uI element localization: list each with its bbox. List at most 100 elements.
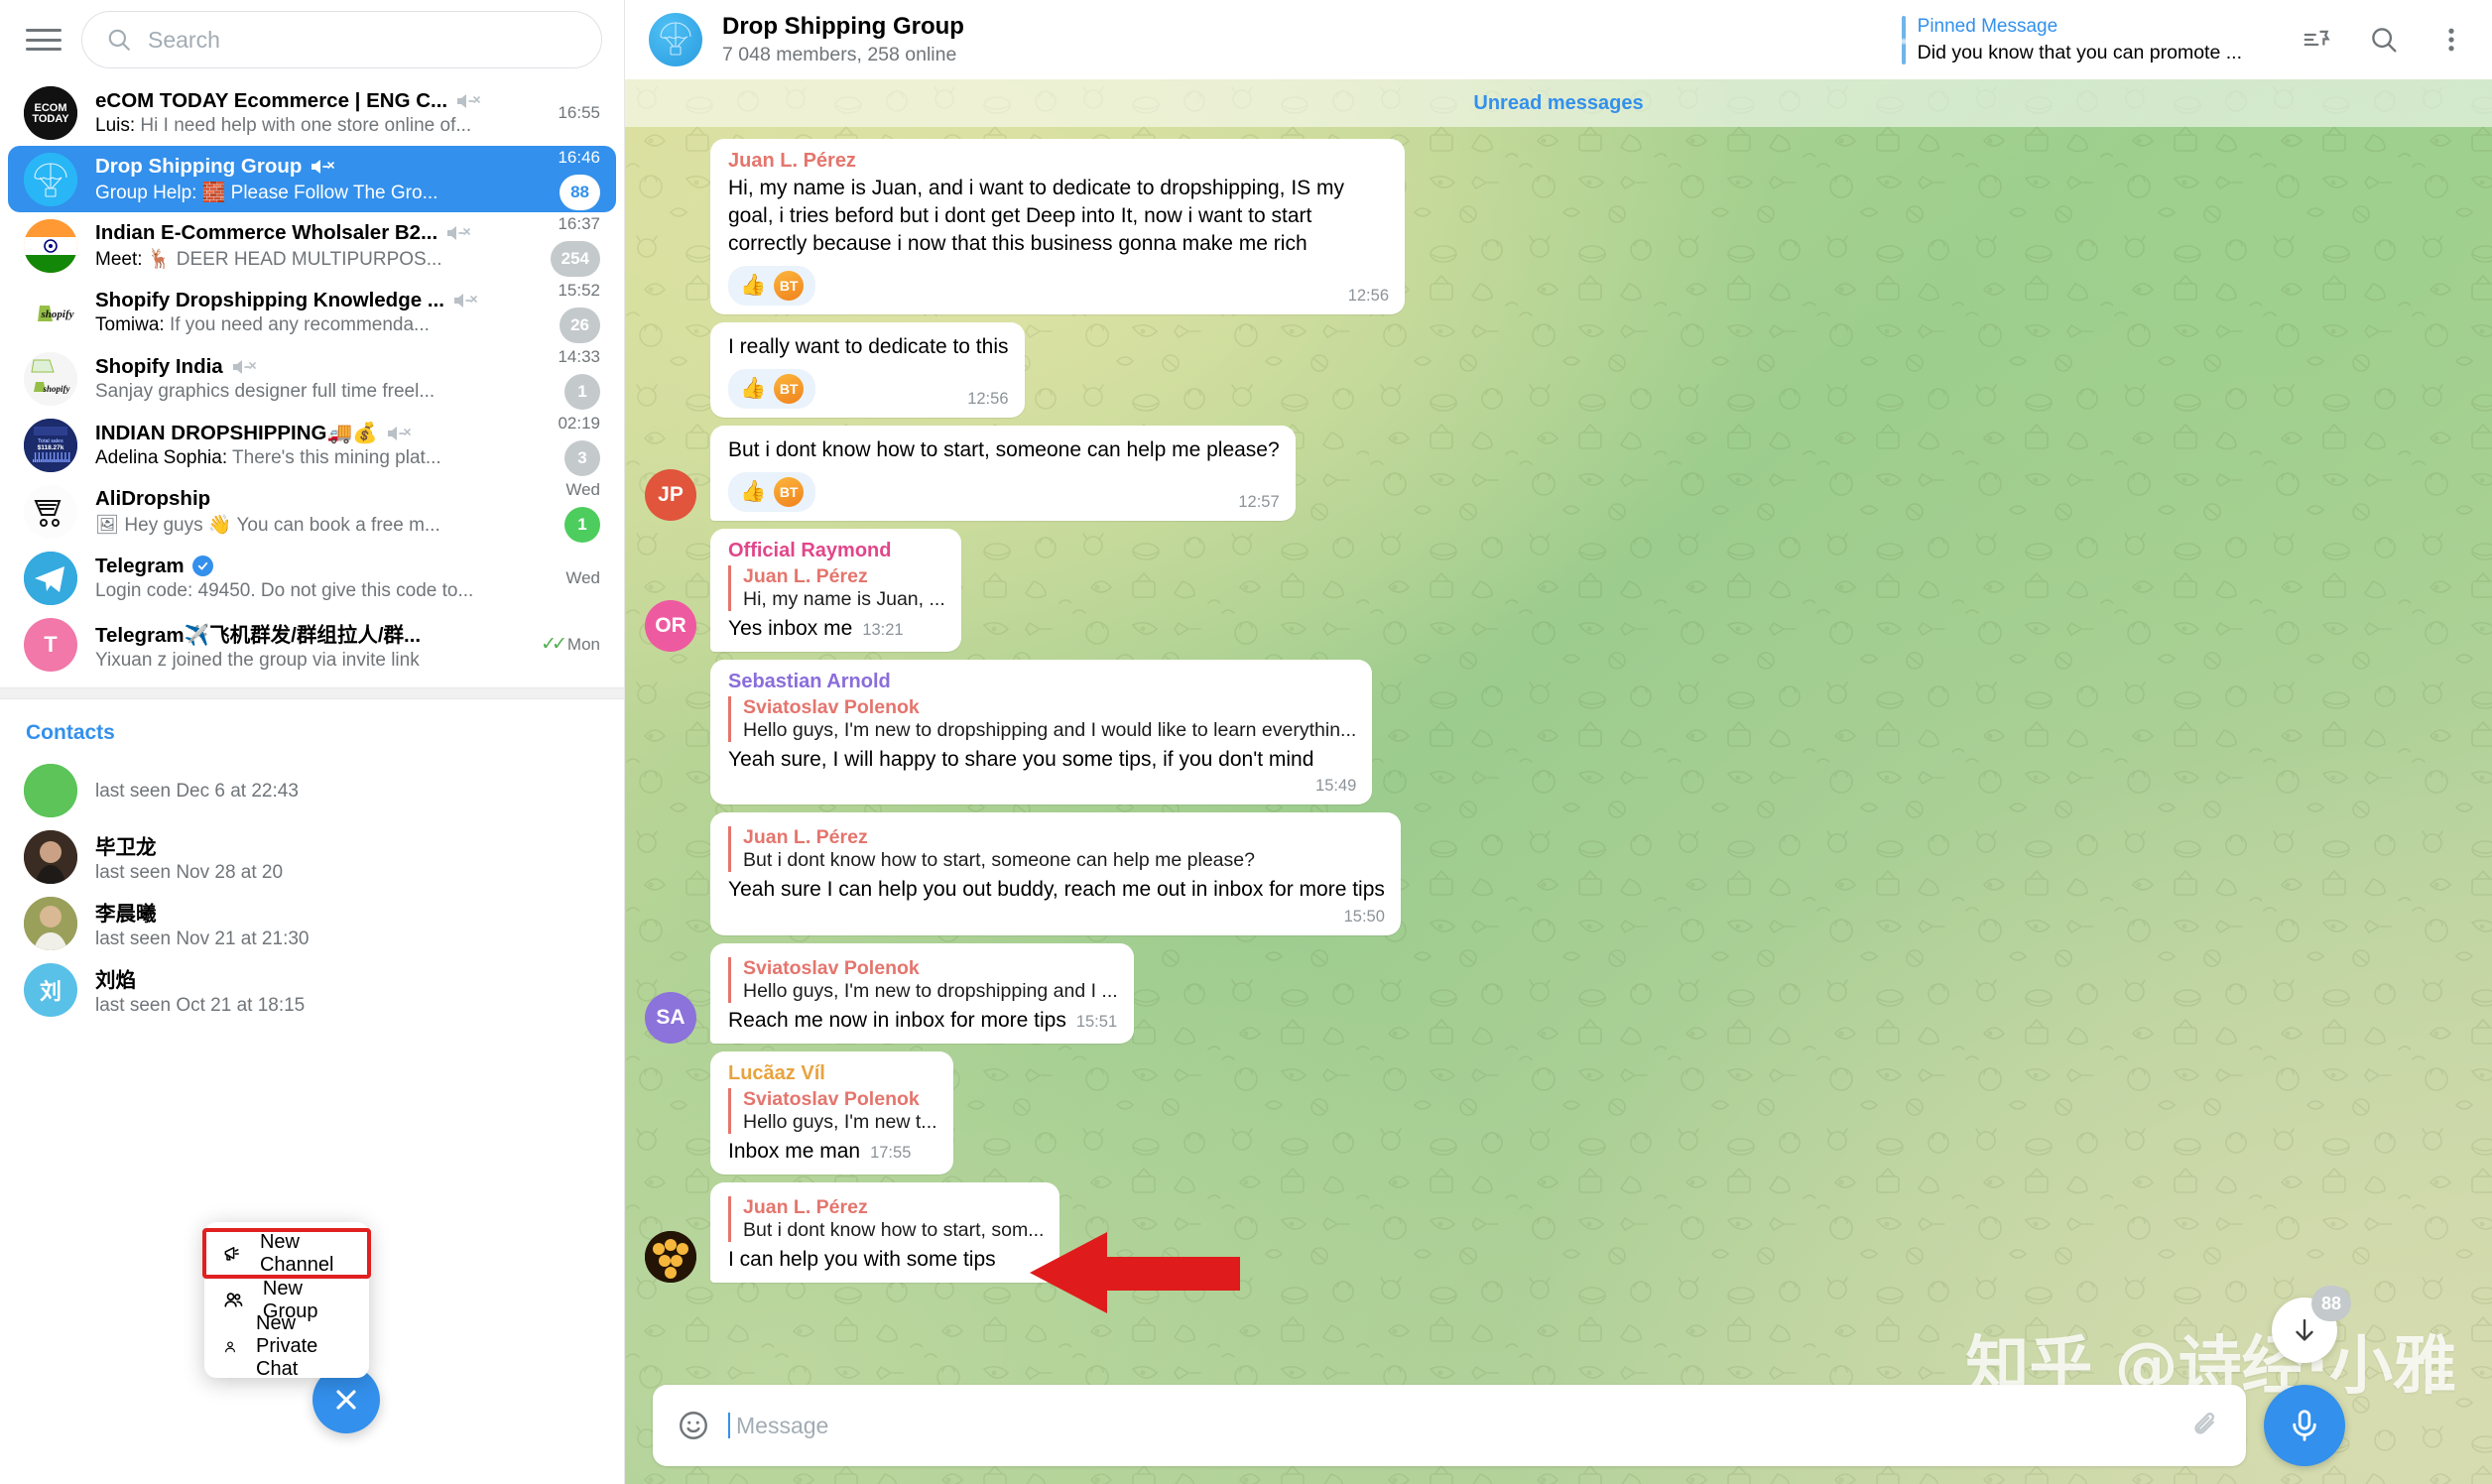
chat-item-preview: Group Help: 🧱 Please Follow The Gro... <box>95 181 507 204</box>
chat-header-info: Drop Shipping Group 7 048 members, 258 o… <box>722 13 964 66</box>
chat-list-item[interactable]: AliDropship 🖼 Hey guys 👋 You can book a … <box>8 478 616 545</box>
avatar: T <box>24 617 77 672</box>
reaction-chip[interactable]: 👍 BT <box>728 471 816 512</box>
message-reply-quote[interactable]: Sviatoslav Polenok Hello guys, I'm new t… <box>728 1088 937 1135</box>
chat-item-title: Shopify India <box>95 354 223 378</box>
unread-messages-divider: Unread messages <box>625 79 2492 127</box>
chat-item-meta: 14:33 1 <box>558 347 600 410</box>
message-text: But i dont know how to start, someone ca… <box>728 437 1280 461</box>
unread-badge: 26 <box>560 308 600 343</box>
message-reply-quote[interactable]: Sviatoslav Polenok Hello guys, I'm new t… <box>728 957 1118 1004</box>
contact-list-item[interactable]: 李晨曦 last seen Nov 21 at 21:30 <box>8 890 616 956</box>
menu-item-new-channel[interactable]: New Channel <box>202 1228 371 1279</box>
contact-name: 毕卫龙 <box>95 835 157 859</box>
message-bubble[interactable]: Official Raymond Juan L. Pérez Hi, my na… <box>710 528 961 652</box>
chat-item-preview-text: 🖼 Hey guys 👋 You can book a free m... <box>95 514 440 536</box>
chat-list-item[interactable]: shopify Shopify India Sanjay graphics de… <box>8 345 616 412</box>
more-menu-icon[interactable] <box>2436 25 2466 55</box>
message-time: 12:56 <box>1347 286 1389 305</box>
contact-last-seen: last seen Dec 6 at 22:43 <box>95 780 299 802</box>
chat-header-avatar[interactable] <box>649 13 702 66</box>
voice-record-button[interactable] <box>2264 1385 2345 1466</box>
message-text: Yeah sure I can help you out buddy, reac… <box>728 878 1385 902</box>
chat-item-preview: Meet: 🦌 DEER HEAD MULTIPURPOS... <box>95 247 507 271</box>
paperclip-icon[interactable] <box>2190 1410 2222 1441</box>
message-reply-quote[interactable]: Juan L. Pérez But i dont know how to sta… <box>728 1196 1044 1243</box>
message-bubble[interactable]: Lucãaz Víl Sviatoslav Polenok Hello guys… <box>710 1051 953 1175</box>
unread-badge: 254 <box>550 241 600 277</box>
chat-list-item[interactable]: Telegram Login code: 49450. Do not give … <box>8 545 616 611</box>
message-reply-quote[interactable]: Sviatoslav Polenok Hello guys, I'm new t… <box>728 695 1357 742</box>
chat-item-preview-text: Hi I need help with one store online of.… <box>135 114 472 136</box>
reaction-chip[interactable]: 👍 BT <box>728 265 816 306</box>
message-bubble[interactable]: But i dont know how to start, someone ca… <box>710 425 1296 521</box>
menu-burger-icon[interactable] <box>24 25 63 55</box>
chat-list-item[interactable]: shopify Shopify Dropshipping Knowledge .… <box>8 279 616 345</box>
smiley-icon[interactable] <box>677 1409 710 1442</box>
chat-members-count: 7 048 members, 258 online <box>722 44 957 65</box>
unread-badge: 88 <box>560 175 600 210</box>
chat-list-item[interactable]: Indian E-Commerce Wholsaler B2... Meet: … <box>8 212 616 279</box>
chat-item-preview-text: There's this mining plat... <box>227 446 441 468</box>
chat-list-item[interactable]: ECOM TODAY eCOM TODAY Ecommerce | ENG C..… <box>8 79 616 146</box>
menu-item-new-channel-label: New Channel <box>259 1230 334 1276</box>
chat-list-item[interactable]: Drop Shipping Group Group Help: 🧱 Please… <box>8 146 616 212</box>
chat-item-title-row: Telegram <box>95 555 548 578</box>
svg-text:shopify: shopify <box>43 384 71 394</box>
verified-badge-icon <box>191 556 213 576</box>
person-icon <box>225 1340 235 1352</box>
chat-list-item[interactable]: Total sales $118.27k INDIAN DROPSHIPPING🚚… <box>8 412 616 478</box>
message-bubble[interactable]: Juan L. Pérez But i dont know how to sta… <box>710 812 1401 936</box>
chat-item-title-row: eCOM TODAY Ecommerce | ENG C... <box>95 89 540 113</box>
contact-list-item[interactable]: 毕卫龙 last seen Nov 28 at 20 <box>8 823 616 890</box>
menu-item-new-private-chat[interactable]: New Private Chat <box>204 1312 369 1380</box>
chat-item-main: eCOM TODAY Ecommerce | ENG C... Luis: Hi… <box>95 89 540 137</box>
reply-author: Sviatoslav Polenok <box>743 695 920 718</box>
chat-item-sender: Meet: <box>95 248 143 270</box>
pinned-message-bar[interactable]: Pinned Message Did you know that you can… <box>1901 15 2282 64</box>
avatar: shopify <box>24 351 77 406</box>
pinned-list-icon[interactable] <box>2302 25 2331 55</box>
message-text: Yes inbox me <box>728 616 853 640</box>
chat-item-preview-text: Yixuan z joined the group via invite lin… <box>95 649 420 671</box>
chat-item-main: Shopify India Sanjay graphics designer f… <box>95 355 540 403</box>
chat-panel: Drop Shipping Group 7 048 members, 258 o… <box>625 0 2492 1484</box>
message-bubble[interactable]: I really want to dedicate to this 👍 BT 1… <box>710 321 1025 418</box>
message-reply-quote[interactable]: Juan L. Pérez Hi, my name is Juan, ... <box>728 564 945 611</box>
chat-item-time: Wed <box>565 567 600 587</box>
pinned-message-text: Did you know that you can promote ... <box>1917 41 2242 63</box>
chat-item-sender: Tomiwa: <box>95 313 165 335</box>
chat-item-preview: Luis: Hi I need help with one store onli… <box>95 115 507 137</box>
search-input[interactable]: Search <box>81 11 602 68</box>
chat-item-time: 16:46 <box>558 148 600 167</box>
avatar <box>24 218 77 273</box>
search-icon[interactable] <box>2369 25 2399 55</box>
chat-item-title-row: Indian E-Commerce Wholsaler B2... <box>95 221 533 245</box>
message-bubble[interactable]: Juan L. Pérez But i dont know how to sta… <box>710 1182 1060 1284</box>
chat-item-main: Telegram✈️飞机群发/群组拉人/群... Yixuan z joined… <box>95 618 523 672</box>
message-bubble[interactable]: Sviatoslav Polenok Hello guys, I'm new t… <box>710 943 1134 1045</box>
message-row: Juan L. Pérez Hi, my name is Juan, and i … <box>625 139 2492 314</box>
message-bubble[interactable]: Juan L. Pérez Hi, my name is Juan, and i … <box>710 139 1405 314</box>
contact-list-item[interactable]: last seen Dec 6 at 22:43 <box>8 757 616 823</box>
chat-item-preview: Tomiwa: If you need any recommenda... <box>95 314 507 336</box>
scroll-to-bottom-button[interactable]: 88 <box>2272 1286 2351 1363</box>
reply-text: Hello guys, I'm new to dropshipping and … <box>743 718 1357 741</box>
reply-text: Hello guys, I'm new to dropshipping and … <box>743 980 1118 1003</box>
message-bubble[interactable]: Sebastian Arnold Sviatoslav Polenok Hell… <box>710 659 1373 805</box>
contact-list-item[interactable]: 刘 刘焰 last seen Oct 21 at 18:15 <box>8 956 616 1023</box>
reply-text: Hello guys, I'm new t... <box>743 1111 937 1134</box>
contact-name: 刘焰 <box>95 968 136 992</box>
chat-list-item[interactable]: T Telegram✈️飞机群发/群组拉人/群... Yixuan z join… <box>8 611 616 678</box>
chat-item-main: Shopify Dropshipping Knowledge ... Tomiw… <box>95 289 540 336</box>
read-receipt-icon: ✓✓ <box>541 634 567 655</box>
message-reply-quote[interactable]: Juan L. Pérez But i dont know how to sta… <box>728 826 1385 873</box>
chat-item-sender: Group Help: <box>95 182 197 203</box>
reaction-chip[interactable]: 👍 BT <box>728 368 816 409</box>
mute-icon <box>447 225 470 240</box>
chat-item-title-row: AliDropship <box>95 487 547 511</box>
sidebar-toolbar: Search <box>0 0 624 79</box>
megaphone-icon <box>224 1246 239 1261</box>
message-input-bar[interactable]: Message <box>653 1385 2246 1466</box>
reply-author: Juan L. Pérez <box>743 564 868 587</box>
